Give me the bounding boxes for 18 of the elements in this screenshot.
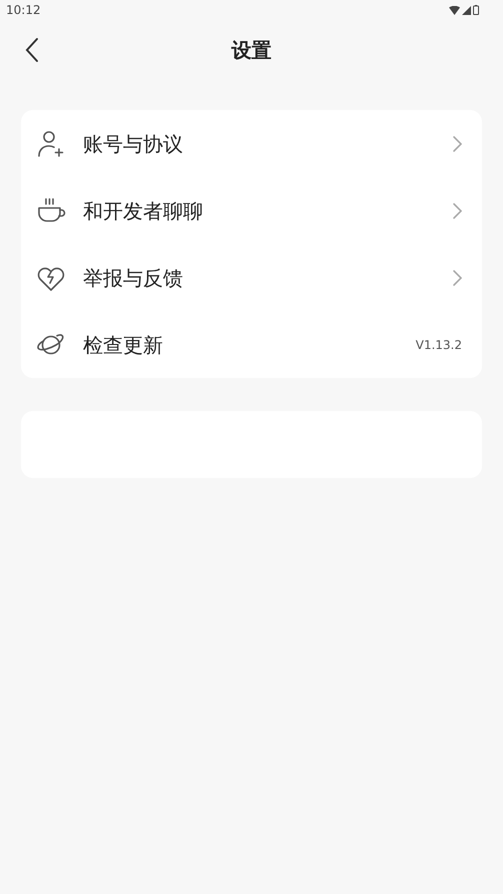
chevron-icon (453, 270, 462, 286)
chevron-icon (453, 202, 462, 218)
settings-item[interactable]: 检查更新 V1.13.2 (21, 311, 482, 378)
page-title: 设置 (232, 37, 272, 64)
version-text: V1.13.2 (416, 336, 462, 354)
person-plus-icon (36, 128, 66, 158)
settings-item[interactable]: 和开发者聊聊 (21, 177, 482, 244)
wifi-icon (449, 6, 460, 14)
signal-icon (462, 6, 471, 14)
item-label: 和开发者聊聊 (83, 198, 204, 224)
item-label: 检查更新 (83, 332, 164, 358)
item-label: 账号与协议 (83, 130, 184, 158)
battery-icon (473, 5, 479, 15)
item-label: 举报与反馈 (83, 264, 184, 292)
settings-item[interactable]: 举报与反馈 (21, 244, 482, 311)
settings-item[interactable]: 账号与协议 (21, 110, 482, 177)
status-time: 10:12 (6, 2, 41, 19)
chevron-icon (453, 136, 462, 152)
